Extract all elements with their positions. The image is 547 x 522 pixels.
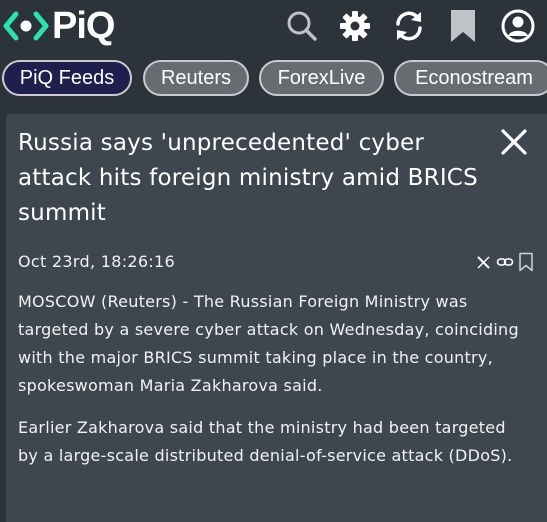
tab-reuters[interactable]: Reuters <box>143 60 249 96</box>
settings-gear-icon <box>340 11 370 41</box>
account-icon <box>501 9 535 43</box>
header-actions <box>0 6 547 46</box>
article-meta: Oct 23rd, 18:26:16 <box>18 250 533 274</box>
link-icon <box>496 258 514 266</box>
x-icon <box>476 255 490 269</box>
bookmark-icon <box>451 10 475 42</box>
close-button[interactable] <box>498 126 530 158</box>
settings-button[interactable] <box>335 6 375 46</box>
article-paragraph: MOSCOW (Reuters) - The Russian Foreign M… <box>18 292 519 395</box>
feed-tabs: PiQ Feeds Reuters ForexLive Econostream <box>0 60 547 100</box>
article-timestamp: Oct 23rd, 18:26:16 <box>18 252 175 271</box>
tab-econostream[interactable]: Econostream <box>394 60 547 96</box>
copy-link-button[interactable] <box>496 253 514 271</box>
tab-piq-feeds[interactable]: PiQ Feeds <box>2 60 132 96</box>
search-icon <box>287 11 317 41</box>
refresh-button[interactable] <box>389 6 429 46</box>
save-article-button[interactable] <box>517 252 535 272</box>
article-body: MOSCOW (Reuters) - The Russian Foreign M… <box>18 288 528 484</box>
article-paragraph: Earlier Zakharova said that the ministry… <box>18 418 513 465</box>
article-title: Russia says 'unprecedented' cyber attack… <box>18 130 478 226</box>
account-button[interactable] <box>498 6 538 46</box>
bookmarks-button[interactable] <box>443 6 483 46</box>
close-icon <box>501 129 527 155</box>
article-card: Russia says 'unprecedented' cyber attack… <box>6 114 547 522</box>
share-x-button[interactable] <box>474 253 492 271</box>
refresh-icon <box>396 11 422 41</box>
top-bar: PiQ <box>0 0 547 52</box>
bookmark-icon <box>519 252 533 272</box>
search-button[interactable] <box>282 6 322 46</box>
tab-forexlive[interactable]: ForexLive <box>259 60 384 96</box>
